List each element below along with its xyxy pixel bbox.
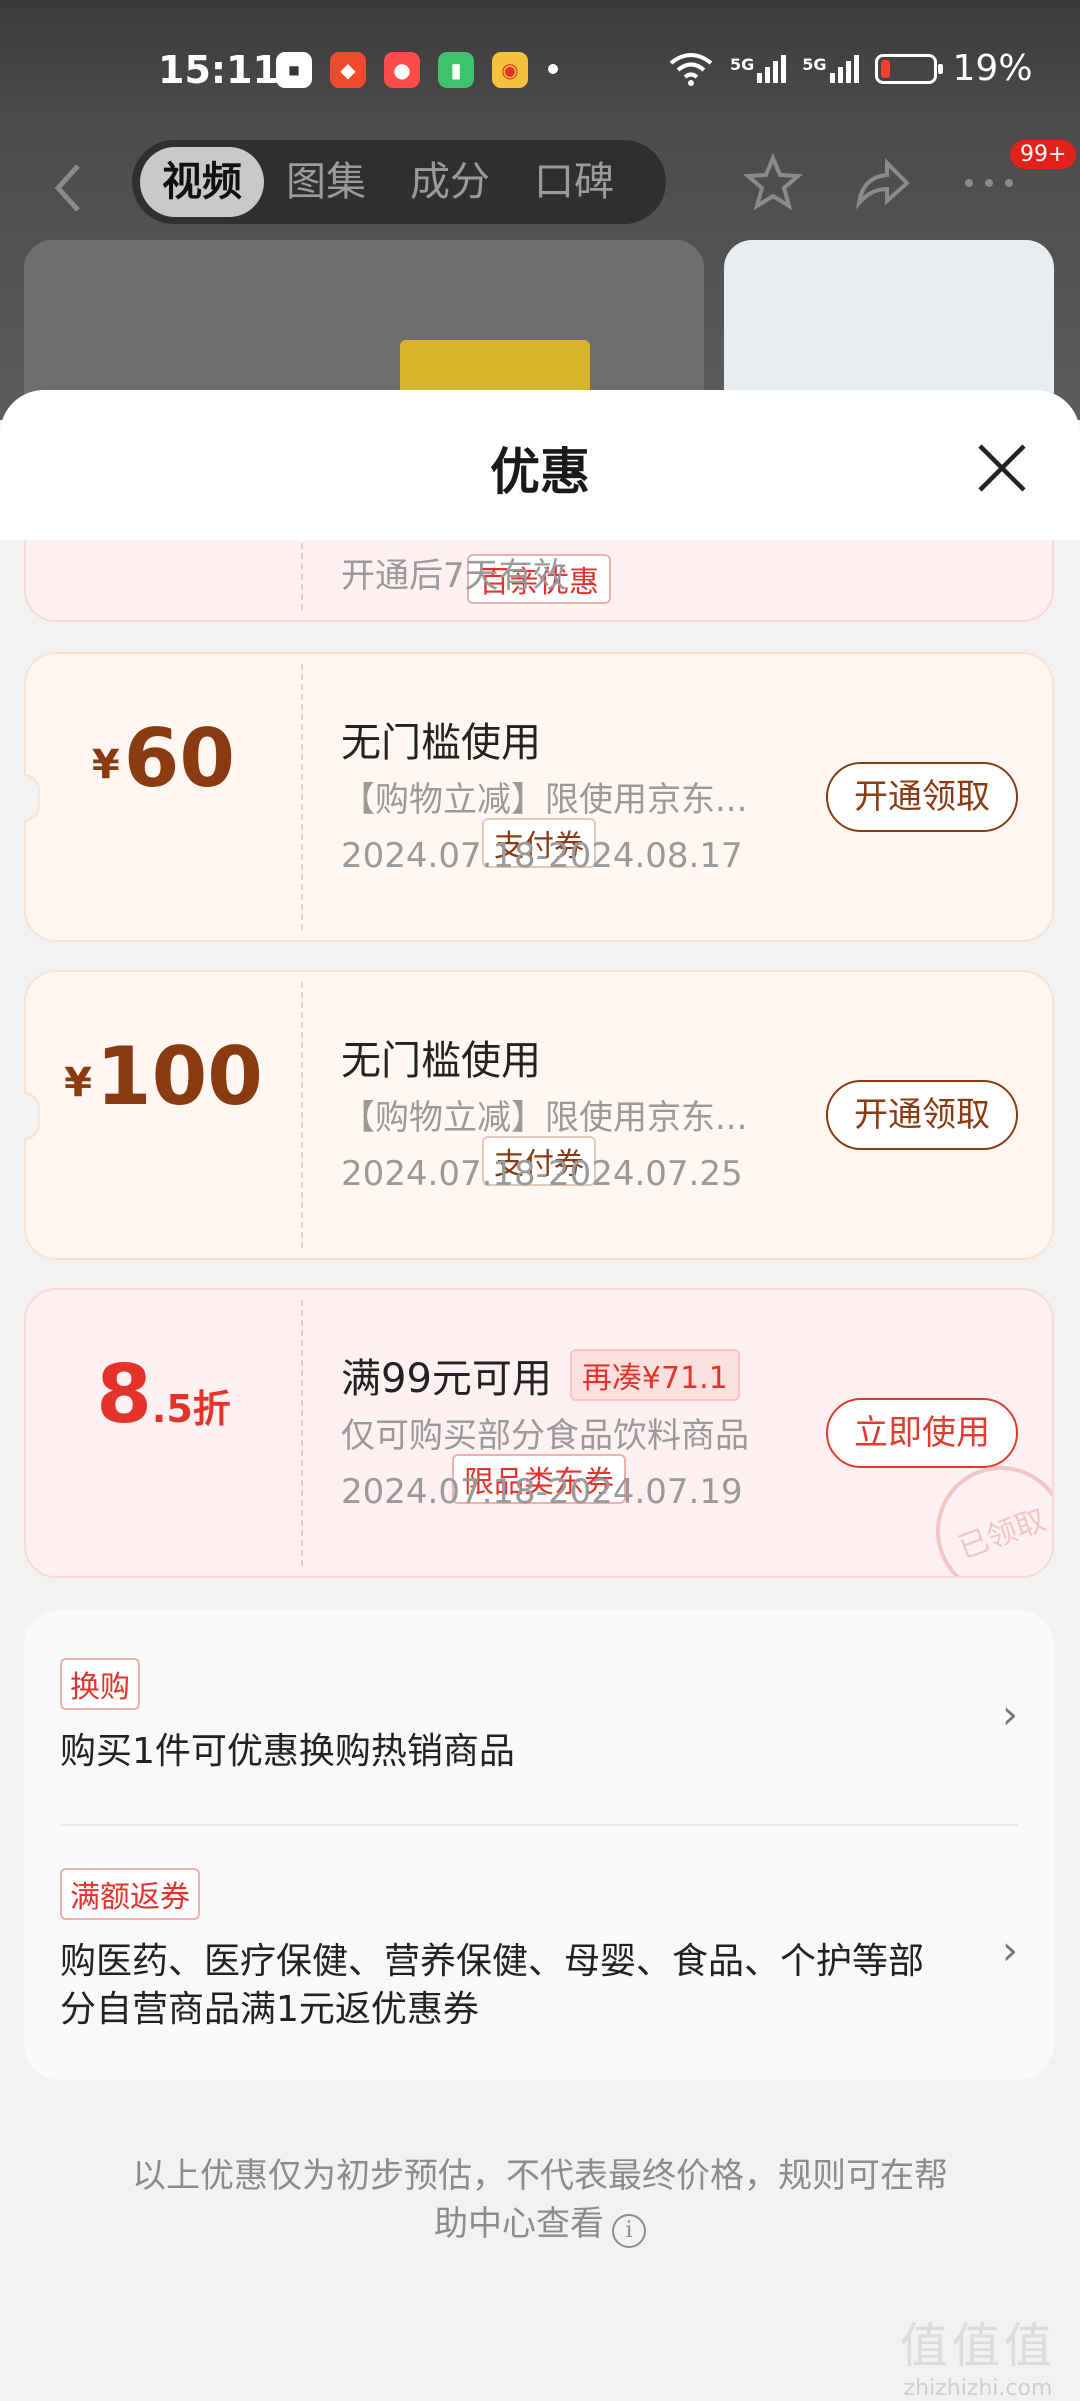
coupon-date: 2024.07.18-2024.07.25: [341, 1154, 743, 1194]
chevron-right-icon[interactable]: ›: [1002, 1928, 1018, 1974]
network-label-2: 5G: [802, 54, 827, 74]
realme-app-icon: ■: [276, 52, 312, 88]
taobao-icon: ●: [384, 52, 420, 88]
promo-tag: 满额返券: [60, 1868, 200, 1920]
signal-icon-1: 5G: [730, 54, 787, 83]
top-up-pill: 再凑¥71.1: [569, 1349, 740, 1401]
back-arrow-icon[interactable]: [48, 158, 108, 218]
sheet-header: 优惠: [0, 390, 1080, 540]
coupon-title: 无门槛使用: [341, 720, 541, 766]
tab-reviews[interactable]: 口碑: [512, 147, 636, 217]
tab-gallery[interactable]: 图集: [264, 147, 388, 217]
activate-claim-button[interactable]: 开通领取: [826, 762, 1018, 832]
sheet-title: 优惠: [490, 443, 590, 501]
use-now-button[interactable]: 立即使用: [826, 1398, 1018, 1468]
signal-icon-2: 5G: [802, 54, 859, 83]
more-notifications-dot: [548, 64, 558, 74]
coupon-condition: 满99元可用: [341, 1356, 552, 1402]
media-tabs: 视频 图集 成分 口碑: [132, 140, 666, 224]
coupon-discount: 8.5折: [26, 1348, 301, 1441]
coupon-divider: [301, 1300, 303, 1566]
footer-note-text: 以上优惠仅为初步预估，不代表最终价格，规则可在帮助中心查看: [132, 2156, 948, 2244]
weibo-icon: ◉: [492, 52, 528, 88]
currency-symbol: ¥: [91, 742, 120, 788]
discount-suffix: .5折: [151, 1387, 231, 1431]
discount-value: 8: [96, 1348, 152, 1441]
promo-divider: [60, 1824, 1018, 1826]
tab-ingredients[interactable]: 成分: [388, 147, 512, 217]
status-time: 15:11: [158, 48, 279, 92]
coupon-date: 2024.07.18-2024.07.19: [341, 1472, 743, 1512]
coupon-amount: ¥60: [26, 712, 301, 805]
watermark-url: zhizhizhi.com: [903, 2376, 1053, 2401]
coupon-desc: 【购物立减】限使用京东...: [341, 1098, 748, 1138]
network-label-1: 5G: [730, 54, 755, 74]
coupon-title: 满99元可用 再凑¥71.1: [341, 1346, 740, 1404]
app-icon: ◆: [330, 52, 366, 88]
coupon-desc: 开通后7天有效: [341, 556, 567, 596]
promo-tag: 换购: [60, 1658, 140, 1710]
coupon-card: ¥60 支付券 无门槛使用 【购物立减】限使用京东... 2024.07.18-…: [24, 652, 1054, 942]
wifi-icon: [669, 52, 713, 86]
notification-badge: 99+: [1010, 140, 1077, 169]
status-right: 5G 5G 19%: [668, 48, 1033, 89]
watermark: 值值值 zhizhizhi.com: [900, 2306, 1056, 2401]
amount-value: 60: [123, 712, 236, 805]
coupon-desc: 【购物立减】限使用京东...: [341, 780, 748, 820]
close-icon[interactable]: [972, 438, 1032, 498]
battery-percent: 19%: [952, 48, 1033, 89]
footer-note: 以上优惠仅为初步预估，不代表最终价格，规则可在帮助中心查看 i: [120, 2152, 960, 2248]
watermark-logo: 值值值: [899, 2318, 1056, 2374]
coupon-card-discount: 8.5折 限品类东券 满99元可用 再凑¥71.1 仅可购买部分食品饮料商品 20…: [24, 1288, 1054, 1578]
top-navbar: 视频 图集 成分 口碑 99+: [0, 140, 1080, 240]
star-icon[interactable]: [738, 148, 808, 218]
currency-symbol: ¥: [64, 1060, 92, 1106]
tab-video[interactable]: 视频: [140, 147, 264, 217]
coupon-title: 无门槛使用: [341, 1038, 541, 1084]
chevron-right-icon[interactable]: ›: [1002, 1692, 1018, 1738]
notification-icons: ■ ◆ ● ▮ ◉: [276, 52, 528, 88]
share-icon[interactable]: [846, 148, 916, 218]
info-icon[interactable]: i: [612, 2214, 646, 2248]
status-bar: 15:11 ■ ◆ ● ▮ ◉ 5G 5G 19%: [0, 0, 1080, 140]
promotions-panel: 换购 购买1件可优惠换购热销商品 › 满额返券 购医药、医疗保健、营养保健、母婴…: [24, 1610, 1054, 2080]
coupon-amount: ¥100: [26, 1030, 301, 1123]
battery-level: [880, 59, 891, 78]
coupon-divider: [301, 664, 303, 930]
promo-text: 购医药、医疗保健、营养保健、母婴、食品、个护等部分自营商品满1元返优惠券: [60, 1941, 925, 2030]
promo-trade-up[interactable]: 换购 购买1件可优惠换购热销商品: [60, 1658, 1018, 1776]
promo-coupon-return[interactable]: 满额返券 购医药、医疗保健、营养保健、母婴、食品、个护等部分自营商品满1元返优惠…: [60, 1868, 1018, 2034]
product-page-background: 15:11 ■ ◆ ● ▮ ◉ 5G 5G 19% 视频 图集 成分 口碑 99…: [0, 0, 1080, 440]
coupon-card: ¥100 支付券 无门槛使用 【购物立减】限使用京东... 2024.07.18…: [24, 970, 1054, 1260]
amount-value: 100: [95, 1030, 263, 1123]
coupon-date: 2024.07.18-2024.08.17: [341, 836, 743, 876]
offers-sheet: 优惠 百亲优惠 开通后7天有效 ¥60 支付券 无门槛使用 【购物立减】限使用京…: [0, 390, 1080, 2400]
coupon-divider: [301, 982, 303, 1248]
battery-app-icon: ▮: [438, 52, 474, 88]
battery-icon: [874, 53, 943, 84]
promo-text: 购买1件可优惠换购热销商品: [60, 1731, 515, 1772]
coupon-desc: 仅可购买部分食品饮料商品: [341, 1416, 749, 1456]
activate-claim-button[interactable]: 开通领取: [826, 1080, 1018, 1150]
